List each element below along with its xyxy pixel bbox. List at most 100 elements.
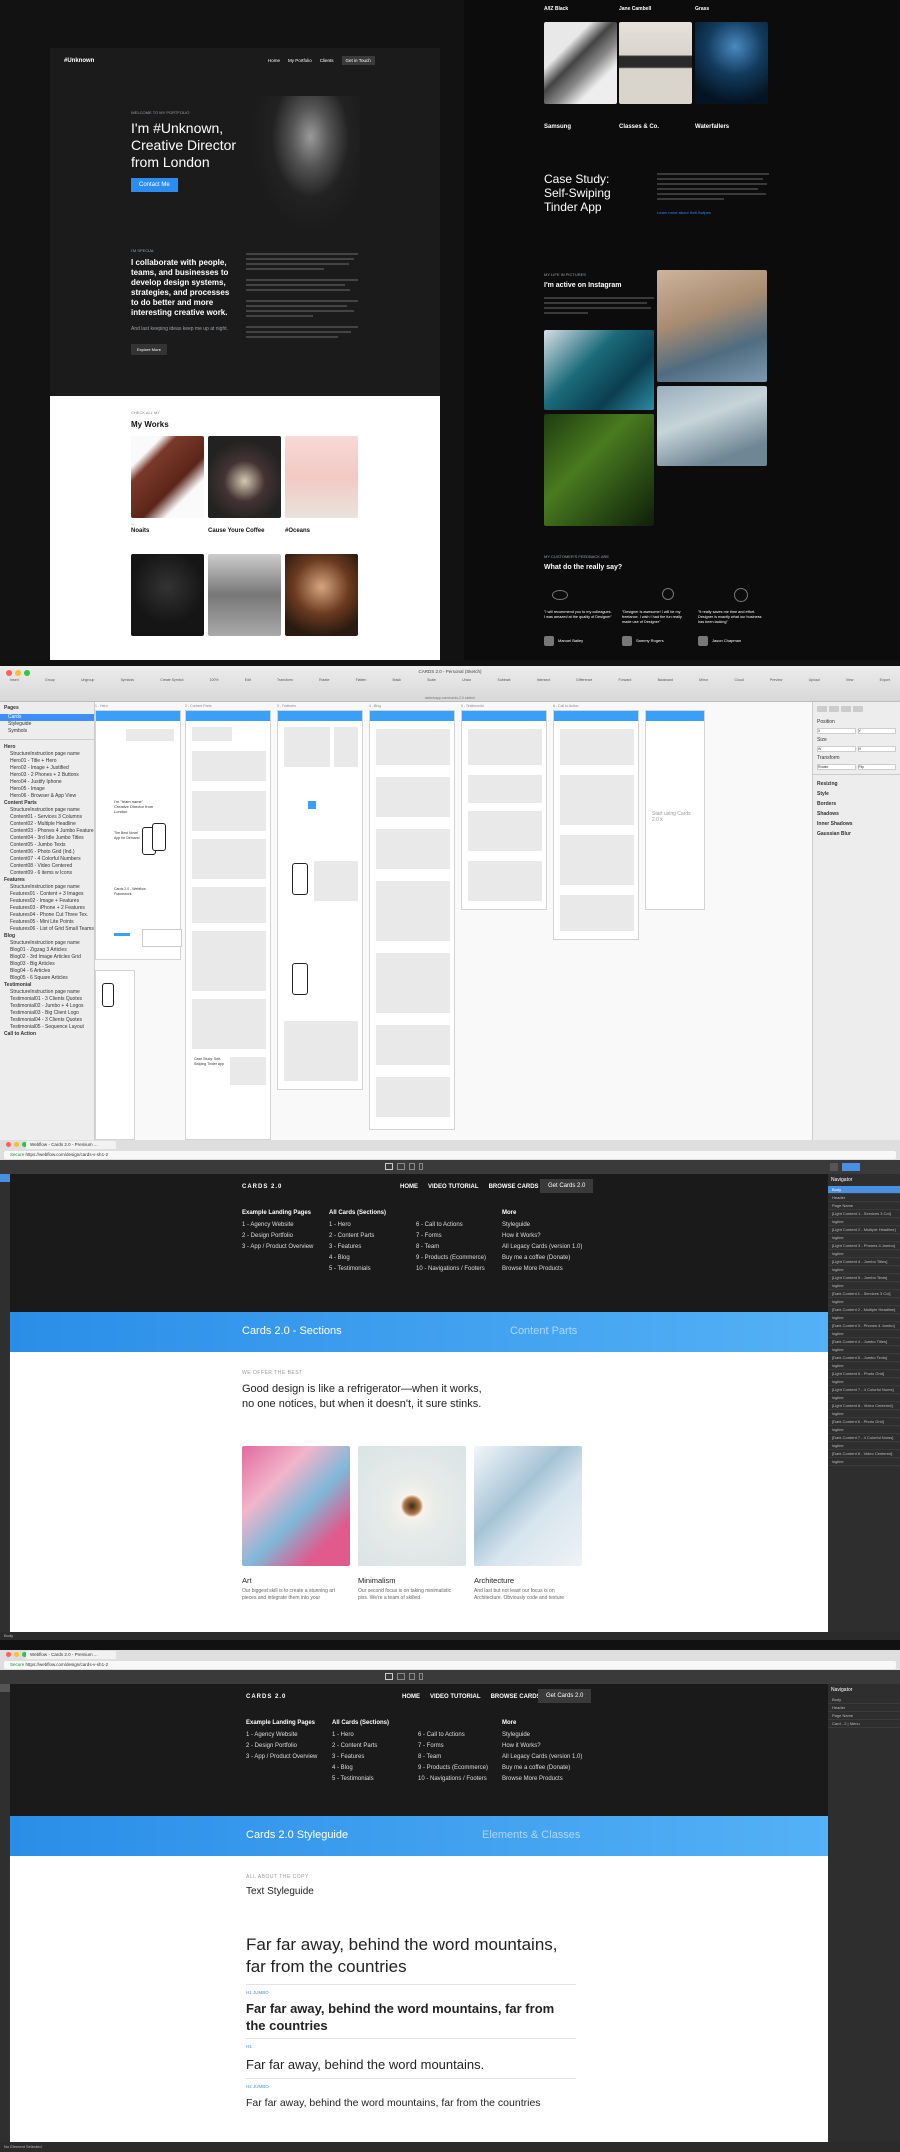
contact-button[interactable]: Contact Me	[131, 178, 178, 192]
navigator-item[interactable]: [Dark Content 3 - Phones 4 Jumbo]	[828, 1322, 900, 1330]
layer-item[interactable]: Hero05 - Image	[0, 786, 94, 793]
navigator-item[interactable]: Card - 2 | Menu	[828, 1720, 900, 1728]
layer-group[interactable]: Content Parts	[0, 800, 94, 807]
inspector-style[interactable]: Style	[813, 789, 900, 799]
layer-item[interactable]: Hero04 - Justify Iphone	[0, 779, 94, 786]
menu-link[interactable]: 1 - Hero	[329, 1222, 386, 1228]
menu-link[interactable]: 2 - Design Portfolio	[242, 1233, 313, 1239]
menu-link[interactable]: 2 - Content Parts	[329, 1233, 386, 1239]
menu-link[interactable]: All Legacy Cards (version 1.0)	[502, 1754, 582, 1760]
artboard-features[interactable]	[277, 710, 363, 1090]
layer-item[interactable]: Content09 - 6 items w Icons	[0, 870, 94, 877]
work-image-ocean[interactable]	[285, 436, 358, 518]
insta-image-coast[interactable]	[544, 330, 654, 410]
menu-link[interactable]: 3 - Features	[329, 1244, 386, 1250]
layer-item[interactable]: Testimonial03 - Big Client Logo	[0, 1010, 94, 1017]
menu-link[interactable]: 5 - Testimonials	[329, 1266, 386, 1272]
width-field[interactable]: W	[817, 746, 856, 752]
layer-group[interactable]: Hero	[0, 744, 94, 751]
page-item-symbols[interactable]: Symbols	[0, 728, 94, 735]
inspector-blur[interactable]: Gaussian Blur	[813, 829, 900, 839]
menu-link[interactable]: 8 - Team	[418, 1754, 488, 1760]
close-window-icon[interactable]	[6, 1652, 11, 1657]
menu-link[interactable]: All Legacy Cards (version 1.0)	[502, 1244, 582, 1250]
layer-item[interactable]: Blog05 - 6 Square Articles	[0, 975, 94, 982]
artboard-hero[interactable]: I'm "team name" Creative Director from L…	[95, 710, 182, 960]
navigator-item[interactable]: [Light Content 5 - Jumbo Texts]	[828, 1274, 900, 1282]
card-image-art[interactable]	[242, 1446, 350, 1566]
page-item-styleguide[interactable]: Styleguide	[0, 721, 94, 728]
browser-tab[interactable]: Webflow - Cards 2.0 - Premium ...	[26, 1141, 116, 1149]
inspector-resizing[interactable]: Resizing	[813, 779, 900, 789]
navigator-item[interactable]: [Dark Content 4 - Jumbo Titles]	[828, 1338, 900, 1346]
menu-link[interactable]: 4 - Blog	[329, 1255, 386, 1261]
layer-item[interactable]: Content04 - 3rd Idle Jumbo Titles	[0, 835, 94, 842]
webflow-canvas[interactable]: CARDS 2.0 HOME VIDEO TUTORIAL BROWSE CAR…	[10, 1684, 828, 2142]
tool-rotate[interactable]: Rotate	[319, 678, 329, 682]
layer-item[interactable]: Content08 - Video Centered	[0, 863, 94, 870]
layer-item[interactable]: Content06 - Photo Grid (Ind.)	[0, 849, 94, 856]
portfolio-brand[interactable]: #Unknown	[64, 58, 94, 64]
navigator-item[interactable]: logline	[828, 1426, 900, 1434]
navigator-item[interactable]: [Light Content 6 - Photo Grid]	[828, 1370, 900, 1378]
work-image-coffee[interactable]	[208, 436, 281, 518]
navigator-item[interactable]: logline	[828, 1442, 900, 1450]
align-center-icon[interactable]	[829, 706, 839, 712]
layer-item[interactable]: Testimonial02 - Jumbo + 4 Logos	[0, 1003, 94, 1010]
banner-right[interactable]: Elements & Classes	[482, 1829, 580, 1841]
address-bar[interactable]: Secure https://webflow.com/design/cards-…	[4, 1661, 896, 1669]
work-image-dark[interactable]	[131, 554, 204, 636]
browser-tab[interactable]: Webflow - Cards 2.0 - Premium ...	[26, 1651, 116, 1659]
close-window-icon[interactable]	[6, 1142, 11, 1147]
get-cards-button[interactable]: Get Cards 2.0	[538, 1689, 592, 1703]
layer-group[interactable]: Features	[0, 877, 94, 884]
tablet-icon[interactable]	[397, 1673, 405, 1680]
navigator-item[interactable]: logline	[828, 1218, 900, 1226]
menu-link[interactable]: 8 - Team	[416, 1244, 486, 1250]
menu-link[interactable]: 5 - Testimonials	[332, 1776, 389, 1782]
layer-item[interactable]: Content02 - Multiple Headline	[0, 821, 94, 828]
menu-link[interactable]: 3 - Features	[332, 1754, 389, 1760]
work-image-woman[interactable]	[208, 554, 281, 636]
layer-item[interactable]: Blog04 - 6 Articles	[0, 968, 94, 975]
layer-item[interactable]: Content01 - Services 3 Columns	[0, 814, 94, 821]
add-element-icon[interactable]	[0, 1684, 10, 1692]
inspector-inner-shadows[interactable]: Inner Shadows	[813, 819, 900, 829]
tool-mask[interactable]: Mask	[393, 678, 401, 682]
layer-item[interactable]: Features02 - Image + Features	[0, 898, 94, 905]
menu-link[interactable]: 6 - Call to Actions	[416, 1222, 486, 1228]
tool-backward[interactable]: Backward	[658, 678, 673, 682]
page-item-cards[interactable]: Cards	[0, 714, 94, 721]
navigator-item[interactable]: logline	[828, 1314, 900, 1322]
artboard-blog[interactable]	[369, 710, 455, 1130]
layer-item[interactable]: Hero02 - Image + Justified	[0, 765, 94, 772]
nav-home[interactable]: HOME	[400, 1184, 418, 1190]
menu-link[interactable]: 3 - App / Product Overview	[242, 1244, 313, 1250]
navigator-item[interactable]: [Dark Content 5 - Jumbo Texts]	[828, 1354, 900, 1362]
nav-browse[interactable]: BROWSE CARDS	[491, 1694, 541, 1700]
layer-item[interactable]: Blog02 - 3rd Image Articles Grid	[0, 954, 94, 961]
card-image-architecture[interactable]	[474, 1446, 582, 1566]
navigator-item[interactable]: logline	[828, 1266, 900, 1274]
align-right-icon[interactable]	[841, 706, 851, 712]
menu-link[interactable]: Styleguide	[502, 1732, 582, 1738]
card-image-minimalism[interactable]	[358, 1446, 466, 1566]
work-image-portrait[interactable]	[285, 554, 358, 636]
tool-cloud[interactable]: Cloud	[735, 678, 744, 682]
layer-item[interactable]: Features03 - iPhone + 2 Features	[0, 905, 94, 912]
menu-link[interactable]: 2 - Content Parts	[332, 1743, 389, 1749]
add-element-icon[interactable]	[0, 1174, 10, 1182]
navigator-item[interactable]: Page Name	[828, 1712, 900, 1720]
menu-link[interactable]: How it Works?	[502, 1743, 582, 1749]
navigator-item[interactable]: [Dark Content 7 - 4 Colorful Nums]	[828, 1434, 900, 1442]
desktop-icon[interactable]	[385, 1163, 393, 1170]
layer-item[interactable]: Testimonial01 - 3 Clients Quotes	[0, 996, 94, 1003]
menu-link[interactable]: 9 - Products (Ecommerce)	[418, 1765, 488, 1771]
menu-link[interactable]: 2 - Design Portfolio	[246, 1743, 317, 1749]
navigator-item[interactable]: logline	[828, 1410, 900, 1418]
work-image-chocolate[interactable]	[131, 436, 204, 518]
layer-item[interactable]: StructureInstruction page name	[0, 989, 94, 996]
menu-link[interactable]: 9 - Products (Ecommerce)	[416, 1255, 486, 1261]
menu-link[interactable]: 6 - Call to Actions	[418, 1732, 488, 1738]
layer-item[interactable]: StructureInstruction page name	[0, 940, 94, 947]
